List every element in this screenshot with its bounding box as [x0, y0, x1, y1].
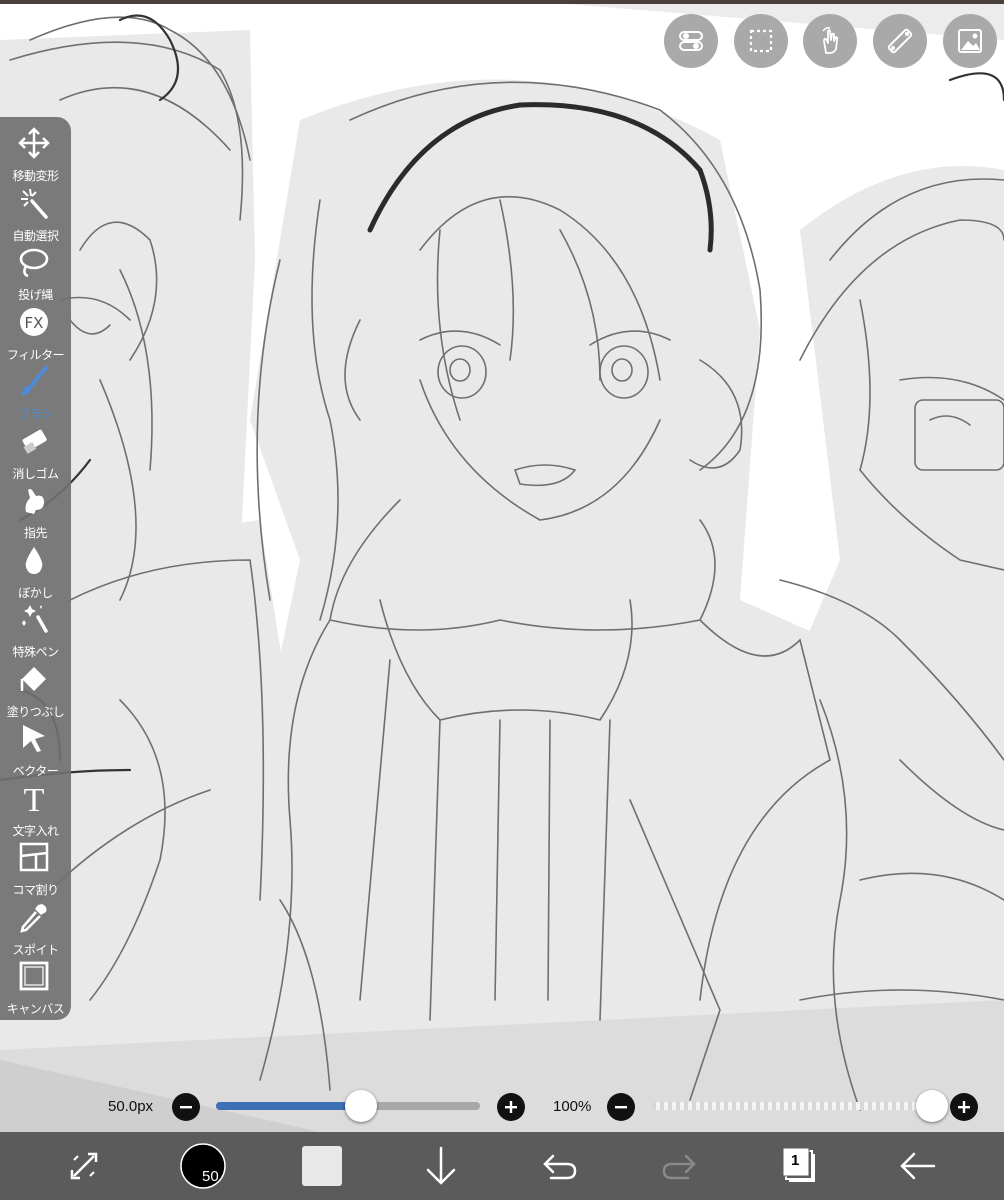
tool-eraser[interactable]: 消しゴム	[0, 421, 71, 481]
plus-icon	[958, 1101, 970, 1113]
eraser-icon	[22, 429, 47, 454]
import-down-icon	[426, 1146, 456, 1185]
tool-label: 自動選択	[12, 228, 59, 243]
svg-text:FX: FX	[25, 314, 44, 332]
text-t-icon: T	[24, 782, 45, 814]
tool-brush[interactable]: ブラシ	[0, 361, 71, 421]
secondary-color-icon	[302, 1146, 342, 1186]
minus-icon	[615, 1106, 627, 1109]
transform-arrows-icon	[70, 1152, 98, 1180]
tool-special-pen[interactable]: 特殊ペン	[0, 599, 71, 659]
tool-move[interactable]: 移動変形	[0, 123, 71, 183]
tool-text[interactable]: T 文字入れ	[0, 778, 71, 838]
ruler-button[interactable]	[873, 14, 927, 68]
opacity-decrease-button[interactable]	[607, 1093, 635, 1121]
brush-size-fill	[216, 1102, 362, 1110]
tool-fill[interactable]: 塗りつぶし	[0, 659, 71, 719]
material-image-icon	[958, 29, 982, 53]
ruler-icon	[887, 28, 913, 54]
tool-label: 消しゴム	[12, 466, 59, 481]
slider-row: 50.0px 100%	[0, 1085, 1004, 1129]
tool-label: キャンバス	[6, 1002, 65, 1016]
finger-smudge-icon	[25, 489, 44, 514]
tool-frame[interactable]: コマ割り	[0, 837, 71, 897]
tool-canvas[interactable]: キャンバス	[0, 956, 71, 1016]
back-arrow-icon	[900, 1152, 936, 1180]
tool-blur[interactable]: ぼかし	[0, 540, 71, 600]
move-arrows-icon	[18, 127, 50, 159]
selection-icon	[749, 29, 773, 53]
tool-vector[interactable]: ベクター	[0, 718, 71, 778]
tool-finger[interactable]: 指先	[0, 480, 71, 540]
toggle-button[interactable]	[664, 14, 718, 68]
selection-button[interactable]	[734, 14, 788, 68]
opacity-increase-button[interactable]	[950, 1093, 978, 1121]
canvas-square-icon	[19, 961, 49, 991]
redo-button[interactable]	[654, 1142, 704, 1190]
tool-label: フィルター	[6, 347, 65, 362]
brush-icon	[22, 366, 48, 395]
opacity-knob[interactable]	[916, 1090, 948, 1122]
tool-label: コマ割り	[12, 883, 59, 897]
tool-magic-wand[interactable]: 自動選択	[0, 183, 71, 243]
fx-icon: FX	[20, 307, 48, 336]
tool-filter[interactable]: FX フィルター	[0, 302, 71, 362]
opacity-track[interactable]	[652, 1102, 932, 1110]
undo-icon	[543, 1154, 577, 1180]
gesture-button[interactable]	[803, 14, 857, 68]
tool-lasso[interactable]: 投げ縄	[0, 242, 71, 302]
tool-palette: 移動変形自動選択投げ縄 FX フィルターブラシ消しゴム指先ぼかし特殊ペン塗りつぶしベ…	[0, 117, 71, 1020]
bottom-action-bar: 50 1	[0, 1132, 1004, 1200]
svg-text:T: T	[24, 782, 45, 814]
back-button[interactable]	[892, 1142, 942, 1190]
tool-label: ぼかし	[18, 585, 53, 600]
tool-label: 移動変形	[12, 169, 59, 183]
import-button[interactable]	[416, 1142, 466, 1190]
tool-eyedropper[interactable]: スポイト	[0, 897, 71, 957]
layers-button[interactable]: 1	[773, 1142, 823, 1190]
lasso-icon	[19, 248, 49, 278]
tool-label: 文字入れ	[12, 823, 59, 838]
undo-button[interactable]	[535, 1142, 585, 1190]
brush-size-badge: 50	[202, 1168, 219, 1185]
vector-cursor-icon	[23, 725, 45, 752]
drawing-canvas[interactable]	[0, 0, 1004, 1200]
magic-wand-icon	[21, 188, 48, 219]
redo-icon	[662, 1154, 696, 1180]
secondary-color-button[interactable]	[297, 1142, 347, 1190]
window-top-edge	[0, 0, 1004, 4]
material-button[interactable]	[943, 14, 997, 68]
transform-button[interactable]	[60, 1142, 110, 1190]
brush-size-value: 50.0px	[108, 1098, 154, 1115]
brush-size-increase-button[interactable]	[497, 1093, 525, 1121]
eyedropper-icon	[20, 903, 47, 933]
toggle-icon	[679, 31, 703, 51]
tool-label: 投げ縄	[18, 288, 53, 302]
opacity-value: 100%	[553, 1098, 592, 1115]
tool-label: ベクター	[12, 764, 59, 778]
water-drop-icon	[25, 546, 43, 574]
layer-count: 1	[791, 1152, 800, 1169]
brush-size-knob[interactable]	[345, 1090, 378, 1122]
brush-size-decrease-button[interactable]	[172, 1093, 200, 1121]
brush-color-button[interactable]: 50	[178, 1142, 228, 1190]
tool-label: 塗りつぶし	[6, 704, 65, 719]
paint-bucket-icon	[20, 666, 46, 691]
minus-icon	[180, 1106, 192, 1109]
tool-label: 指先	[23, 526, 48, 540]
plus-icon	[505, 1101, 517, 1113]
tool-label: ブラシ	[18, 407, 53, 421]
gesture-hand-icon	[822, 27, 839, 54]
tool-label: 特殊ペン	[12, 645, 59, 659]
frame-divider-icon	[19, 842, 49, 872]
sparkle-pen-icon	[22, 605, 48, 633]
tool-label: スポイト	[12, 942, 59, 957]
